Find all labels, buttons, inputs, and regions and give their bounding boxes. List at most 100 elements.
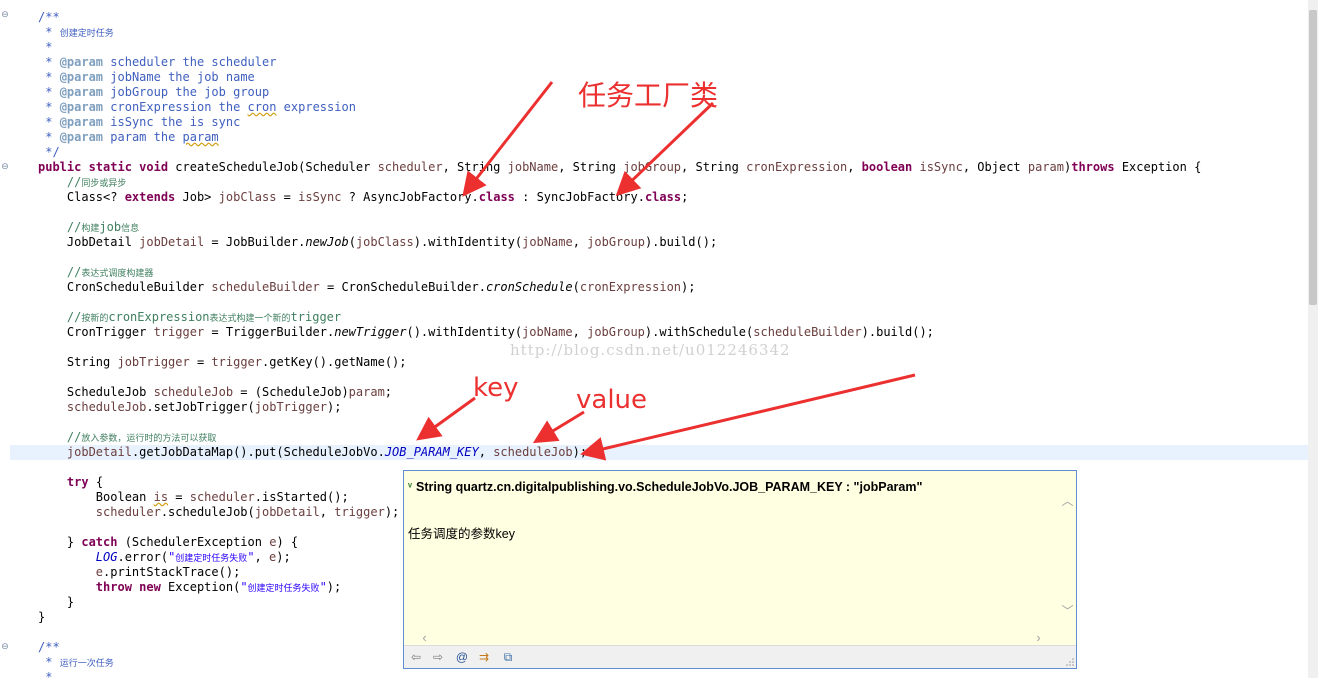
code-line[interactable]: * bbox=[38, 40, 52, 55]
code-token: } bbox=[38, 595, 75, 609]
code-token: ).withSchedule( bbox=[644, 325, 754, 339]
code-token: 表达式构建一个新的 bbox=[209, 314, 291, 324]
code-line[interactable]: throw new Exception("创建定时任务失败"); bbox=[38, 580, 341, 595]
code-line[interactable]: * @param jobName the job name bbox=[38, 70, 255, 85]
javadoc-view-icon[interactable]: @ bbox=[453, 649, 471, 665]
code-line[interactable]: * @param cronExpression the cron express… bbox=[38, 100, 356, 115]
code-token: , Object bbox=[962, 160, 1028, 174]
hover-horizontal-scrollbar[interactable]: ‹ › bbox=[404, 629, 1060, 646]
code-token: cronExpression bbox=[746, 160, 848, 174]
scroll-left-arrow-icon[interactable]: ‹ bbox=[418, 631, 431, 644]
code-token: ( bbox=[572, 280, 580, 294]
code-token: 同步或异步 bbox=[81, 179, 127, 189]
code-line[interactable]: } bbox=[38, 610, 45, 625]
code-token: Boolean bbox=[38, 490, 154, 504]
code-token: * bbox=[38, 670, 53, 684]
back-arrow-icon[interactable]: ⇦ bbox=[407, 649, 425, 665]
code-line[interactable]: //放入参数，运行时的方法可以获取 bbox=[38, 430, 216, 445]
code-line[interactable]: Boolean is = scheduler.isStarted(); bbox=[38, 490, 349, 505]
fold-collapse-icon[interactable]: ⊖ bbox=[0, 642, 10, 652]
code-line[interactable]: LOG.error("创建定时任务失败", e); bbox=[38, 550, 291, 565]
code-line[interactable]: try { bbox=[38, 475, 103, 490]
code-line[interactable]: scheduler.scheduleJob(jobDetail, trigger… bbox=[38, 505, 399, 520]
code-token: , String bbox=[681, 160, 747, 174]
code-token: public static void bbox=[38, 160, 169, 174]
code-line[interactable]: * 创建定时任务 bbox=[38, 25, 113, 40]
code-token: * bbox=[38, 100, 60, 114]
code-token: /** bbox=[38, 640, 60, 654]
code-token: @param bbox=[59, 130, 104, 144]
code-line[interactable]: * @param scheduler the scheduler bbox=[38, 55, 276, 70]
code-token: = JobBuilder. bbox=[204, 235, 306, 249]
code-token: // bbox=[38, 220, 82, 234]
code-token: @param bbox=[59, 100, 104, 114]
scrollbar-thumb[interactable] bbox=[1309, 10, 1317, 305]
scroll-up-arrow-icon[interactable]: ︿ bbox=[1061, 495, 1074, 508]
code-token: } bbox=[38, 610, 46, 624]
code-line[interactable]: } bbox=[38, 595, 74, 610]
code-line[interactable]: String jobTrigger = trigger.getKey().get… bbox=[38, 355, 407, 370]
resize-grip-icon[interactable] bbox=[1066, 658, 1074, 666]
code-token: * bbox=[38, 25, 60, 39]
editor-vertical-scrollbar[interactable] bbox=[1308, 0, 1318, 678]
code-line[interactable]: */ bbox=[38, 145, 59, 160]
code-token: jobGroup the job group bbox=[103, 85, 270, 99]
code-line[interactable]: Class<? extends Job> jobClass = isSync ?… bbox=[38, 190, 688, 205]
javadoc-hover-popup[interactable]: ᵛ String quartz.cn.digitalpublishing.vo.… bbox=[403, 470, 1077, 669]
code-line[interactable]: * @param isSync the is sync bbox=[38, 115, 240, 130]
code-token: jobGroup bbox=[623, 160, 682, 174]
fold-collapse-icon[interactable]: ⊖ bbox=[0, 10, 10, 20]
code-line[interactable]: /** bbox=[38, 10, 60, 25]
code-token: scheduleJob bbox=[66, 400, 147, 414]
code-token: * bbox=[38, 40, 53, 54]
code-token: Exception( bbox=[160, 580, 241, 594]
code-token: * bbox=[38, 115, 60, 129]
code-line[interactable]: * @param jobGroup the job group bbox=[38, 85, 269, 100]
code-line[interactable]: //同步或异步 bbox=[38, 175, 126, 190]
code-token: isSync bbox=[919, 160, 963, 174]
code-line[interactable]: e.printStackTrace(); bbox=[38, 565, 241, 580]
code-line[interactable]: CronTrigger trigger = TriggerBuilder.new… bbox=[38, 325, 934, 340]
code-token: @param bbox=[59, 85, 104, 99]
code-token: ); bbox=[327, 400, 342, 414]
code-token: 构建 bbox=[81, 224, 100, 234]
code-line[interactable]: /** bbox=[38, 640, 60, 655]
code-token: cronSchedule bbox=[485, 280, 573, 294]
code-token: e bbox=[95, 565, 104, 579]
code-line[interactable]: //按新的cronExpression表达式构建一个新的trigger bbox=[38, 310, 341, 325]
hover-description: 任务调度的参数key bbox=[408, 527, 515, 541]
code-line[interactable]: public static void createScheduleJob(Sch… bbox=[38, 160, 1201, 175]
code-line[interactable]: * @param param the param bbox=[38, 130, 218, 145]
code-token: " bbox=[240, 580, 248, 594]
forward-arrow-icon[interactable]: ⇨ bbox=[429, 649, 447, 665]
code-token: newTrigger bbox=[334, 325, 407, 339]
code-token: cronExpression bbox=[108, 310, 210, 324]
code-token: class bbox=[644, 190, 682, 204]
code-line[interactable]: } catch (SchedulerException e) { bbox=[38, 535, 298, 550]
code-line[interactable]: //构建job信息 bbox=[38, 220, 139, 235]
open-in-browser-icon[interactable]: ⧉ bbox=[499, 649, 517, 665]
code-line[interactable]: CronScheduleBuilder scheduleBuilder = Cr… bbox=[38, 280, 696, 295]
code-token: jobName the job name bbox=[103, 70, 255, 84]
code-token: throws bbox=[1071, 160, 1115, 174]
scroll-down-arrow-icon[interactable]: ﹀ bbox=[1061, 605, 1074, 618]
code-token: /** bbox=[38, 10, 60, 24]
code-token: .scheduleJob( bbox=[160, 505, 255, 519]
code-line[interactable]: JobDetail jobDetail = JobBuilder.newJob(… bbox=[38, 235, 717, 250]
scroll-right-arrow-icon[interactable]: › bbox=[1032, 631, 1045, 644]
fold-collapse-icon[interactable]: ⊖ bbox=[0, 162, 10, 172]
code-token: .error( bbox=[117, 550, 169, 564]
code-token: ; bbox=[384, 385, 393, 399]
code-line[interactable]: //表达式调度构建器 bbox=[38, 265, 153, 280]
code-line[interactable]: scheduleJob.setJobTrigger(jobTrigger); bbox=[38, 400, 342, 415]
code-line[interactable]: ScheduleJob scheduleJob = (ScheduleJob)p… bbox=[38, 385, 392, 400]
code-line[interactable]: * 运行一次任务 bbox=[38, 655, 113, 670]
hover-vertical-scrollbar[interactable]: ︿ ﹀ bbox=[1059, 479, 1076, 619]
code-token: cronExpression bbox=[579, 280, 682, 294]
open-declaration-icon[interactable]: ⇉ bbox=[475, 649, 493, 665]
code-line[interactable]: jobDetail.getJobDataMap().put(ScheduleJo… bbox=[38, 445, 587, 460]
code-token: jobTrigger bbox=[254, 400, 328, 414]
